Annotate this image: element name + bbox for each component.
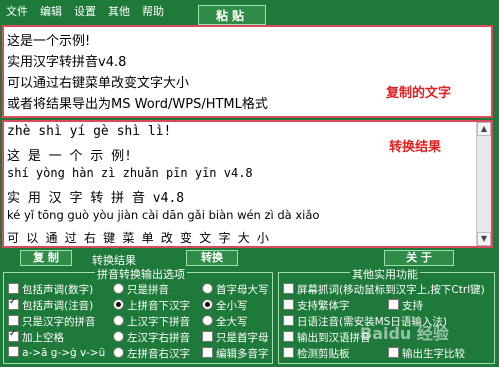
checkbox-icon[interactable] (8, 297, 19, 310)
checkbox-icon[interactable] (283, 299, 294, 310)
option-pinyin-left[interactable]: 左拼音右汉字 (113, 346, 190, 361)
source-label: 复制的文字 (386, 86, 452, 101)
pinyin-options-title: 拼音转换输出选项 (95, 266, 187, 282)
checkbox-icon[interactable] (8, 283, 19, 294)
result-line: 实 用 汉 字 转 拼 音 v4.8 (7, 191, 185, 206)
convert-button[interactable]: 转换 (186, 250, 238, 266)
checkbox-icon[interactable] (8, 329, 19, 342)
option-compare[interactable]: 输出生字比较 (388, 346, 465, 361)
radio-icon[interactable] (113, 283, 124, 294)
option-add-space[interactable]: 加上空格 (8, 329, 64, 345)
option-edit-polyphone[interactable]: 编辑多音字 (202, 346, 269, 361)
about-button[interactable]: 关 于 (384, 250, 454, 266)
watermark: Baidu 经验 (360, 324, 449, 343)
option-pinyin-only-hanzi[interactable]: 只是汉字的拼音 (8, 314, 96, 329)
option-support[interactable]: 支持 (388, 298, 423, 313)
option-hanzi-left[interactable]: 左汉字右拼音 (113, 330, 190, 345)
scroll-up-icon[interactable]: ▲ (477, 122, 491, 136)
radio-icon[interactable] (202, 315, 213, 326)
option-uppercase[interactable]: 全大写 (202, 314, 248, 329)
option-capitalize[interactable]: 首字母大写 (202, 282, 269, 297)
option-tone-number[interactable]: 包括声调(数字) (8, 282, 93, 297)
option-initial-only[interactable]: 只是首字母 (202, 330, 269, 345)
checkbox-icon[interactable] (283, 315, 294, 326)
source-line: 可以通过右键菜单改变文字大小 (7, 76, 190, 91)
radio-icon[interactable] (202, 283, 213, 294)
menu-edit[interactable]: 编辑 (40, 3, 62, 19)
result-line: shí yòng hàn zì zhuǎn pīn yīn v4.8 (7, 166, 253, 180)
option-screen-capture[interactable]: 屏幕抓词(移动鼠标到汉字上,按下Ctrl键) (283, 282, 485, 297)
copy-button[interactable]: 复 制 (20, 250, 72, 266)
option-traditional[interactable]: 支持繁体字 (283, 298, 350, 313)
radio-icon[interactable] (202, 299, 213, 310)
paste-button[interactable]: 粘贴 (198, 5, 266, 25)
result-line: zhè shì yí gè shì lì! (7, 124, 172, 139)
result-line: ké yǐ tōng guò yòu jiàn cài dān gǎi biàn… (7, 208, 320, 222)
option-hanzi-above[interactable]: 上汉字下拼音 (113, 314, 190, 329)
result-text-area[interactable]: zhè shì yí gè shì lì! 这 是 一 个 示 例! shí y… (2, 120, 493, 248)
option-output-pinyin[interactable]: 输出到汉语拼音 (283, 330, 371, 345)
other-features-title: 其他实用功能 (350, 266, 420, 282)
radio-icon[interactable] (113, 315, 124, 326)
source-text-area[interactable]: 这是一个示例! 实用汉字转拼音v4.8 可以通过右键菜单改变文字大小 或者将结果… (2, 25, 493, 118)
option-pinyin-only[interactable]: 只是拼音 (113, 282, 169, 297)
checkbox-icon[interactable] (8, 315, 19, 326)
result-line: 可 以 通 过 右 键 菜 单 改 变 文 字 大 小 (7, 231, 269, 245)
scroll-down-icon[interactable]: ▼ (477, 232, 491, 246)
option-clipboard[interactable]: 检测剪贴板 (283, 346, 350, 361)
menu-help[interactable]: 帮助 (142, 3, 164, 19)
checkbox-icon[interactable] (388, 347, 399, 358)
result-scrollbar[interactable]: ▲ ▼ (476, 122, 491, 246)
checkbox-icon[interactable] (202, 331, 213, 342)
result-label: 转换结果 (389, 140, 442, 155)
source-line: 这是一个示例! (7, 34, 91, 49)
option-letter-convert[interactable]: a->ā g->ġ v->ü (8, 346, 105, 359)
radio-icon[interactable] (113, 347, 124, 358)
checkbox-icon[interactable] (202, 347, 213, 358)
checkbox-icon[interactable] (388, 299, 399, 310)
menu-other[interactable]: 其他 (108, 3, 130, 19)
menu-settings[interactable]: 设置 (74, 3, 96, 19)
source-line: 或者将结果导出为MS Word/WPS/HTML格式 (7, 97, 268, 112)
menu-file[interactable]: 文件 (6, 3, 28, 19)
checkbox-icon[interactable] (8, 346, 19, 357)
checkbox-icon[interactable] (283, 347, 294, 358)
checkbox-icon[interactable] (283, 331, 294, 342)
result-line: 这 是 一 个 示 例! (7, 149, 132, 164)
checkbox-icon[interactable] (283, 283, 294, 294)
radio-icon[interactable] (113, 331, 124, 342)
source-line: 实用汉字转拼音v4.8 (7, 55, 127, 70)
radio-icon[interactable] (113, 299, 124, 310)
option-lowercase[interactable]: 全小写 (202, 298, 248, 313)
option-tone-mark[interactable]: 包括声调(注音) (8, 297, 93, 313)
option-pinyin-above[interactable]: 上拼音下汉字 (113, 298, 190, 313)
